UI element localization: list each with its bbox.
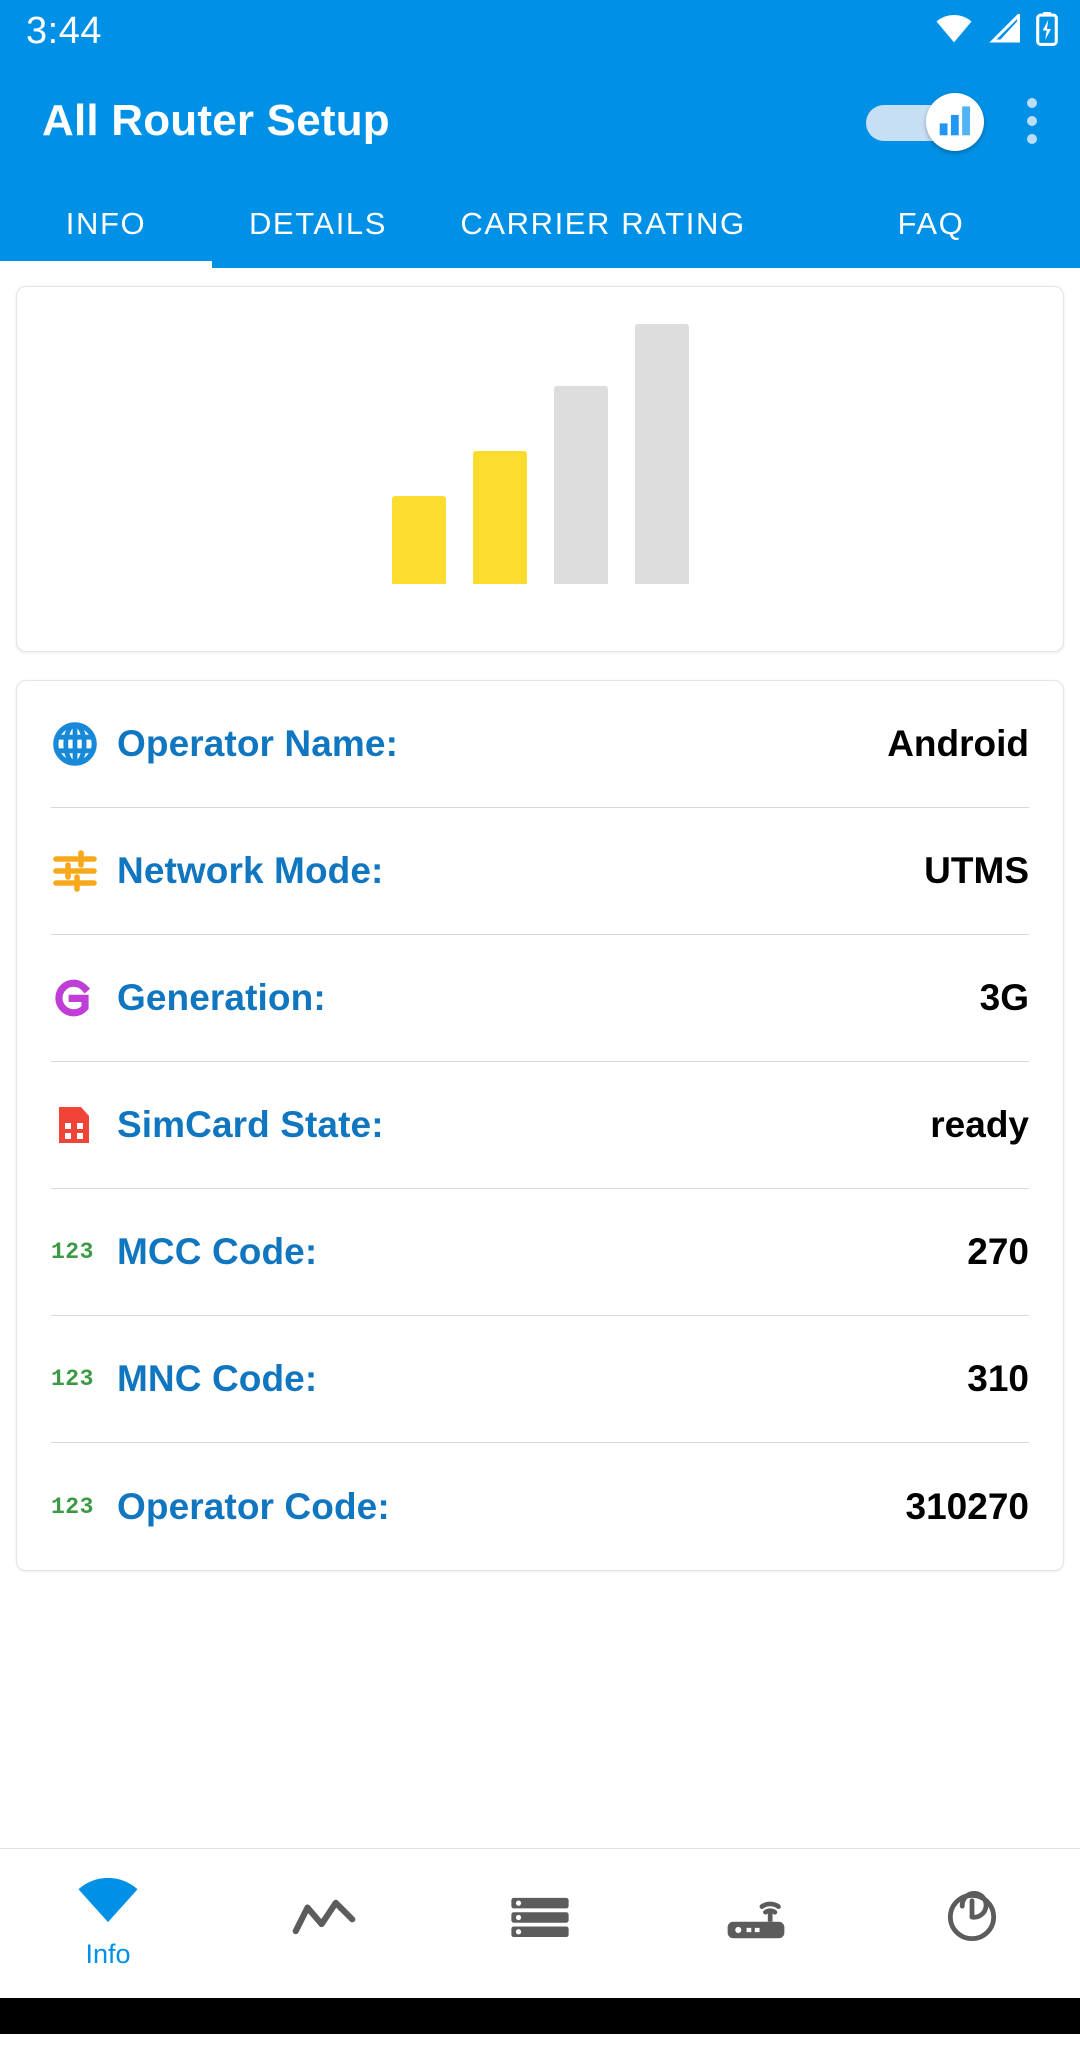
numbers-123-icon: 123 xyxy=(51,1366,117,1392)
tab-info[interactable]: INFO xyxy=(0,180,212,268)
signal-strength-chart-card xyxy=(16,286,1064,652)
info-row-mcc-code[interactable]: 123 MCC Code: 270 xyxy=(51,1189,1029,1316)
numbers-123-glyph: 123 xyxy=(51,1493,94,1520)
generation-g-icon xyxy=(51,978,117,1018)
info-label: SimCard State: xyxy=(117,1104,384,1145)
bar-chart-icon xyxy=(938,104,972,141)
network-info-card: Operator Name: Android Network Mode: UTM xyxy=(16,680,1064,1571)
chart-bar xyxy=(553,386,608,584)
page-title: All Router Setup xyxy=(42,96,390,145)
info-row-network-mode[interactable]: Network Mode: UTMS xyxy=(51,808,1029,935)
chart-bar xyxy=(391,495,446,584)
numbers-123-icon: 123 xyxy=(51,1239,117,1265)
tab-bar: INFO DETAILS CARRIER RATING FAQ xyxy=(0,180,1080,268)
system-navigation-bar xyxy=(0,1998,1080,2034)
info-label: Generation: xyxy=(117,977,326,1018)
cellular-signal-icon xyxy=(988,11,1022,49)
info-value: 310 xyxy=(967,1358,1029,1399)
info-row-operator-code[interactable]: 123 Operator Code: 310270 xyxy=(51,1443,1029,1570)
info-value: Android xyxy=(887,723,1029,764)
tab-faq[interactable]: FAQ xyxy=(782,180,1080,268)
nav-item-label: Info xyxy=(85,1938,131,1969)
nav-item-radar[interactable] xyxy=(864,1849,1080,1999)
tune-sliders-icon xyxy=(51,847,117,895)
globe-icon xyxy=(51,720,117,768)
router-icon xyxy=(722,1891,790,1948)
status-bar-clock: 3:44 xyxy=(26,9,102,52)
app-bar: All Router Setup xyxy=(0,62,1080,180)
line-graph-icon xyxy=(291,1892,357,1947)
tab-label: FAQ xyxy=(897,206,965,241)
info-value: UTMS xyxy=(924,850,1029,891)
info-label: MCC Code: xyxy=(117,1231,318,1272)
info-label: Operator Name: xyxy=(117,723,399,764)
chart-bar xyxy=(634,324,689,584)
info-row-generation[interactable]: Generation: 3G xyxy=(51,935,1029,1062)
status-bar: 3:44 xyxy=(0,0,1080,62)
numbers-123-glyph: 123 xyxy=(51,1239,94,1265)
tab-active-indicator xyxy=(0,261,212,268)
nav-item-info[interactable]: Info xyxy=(0,1849,216,1999)
info-value: 310270 xyxy=(905,1485,1029,1527)
bottom-navigation: Info xyxy=(0,1848,1080,1998)
main-content: Operator Name: Android Network Mode: UTM xyxy=(0,286,1080,2054)
chart-bar xyxy=(472,451,527,584)
info-row-simcard-state[interactable]: SimCard State: ready xyxy=(51,1062,1029,1189)
wifi-icon xyxy=(934,14,974,49)
numbers-123-icon: 123 xyxy=(51,1494,117,1520)
list-rows-icon xyxy=(509,1892,571,1947)
info-label: MNC Code: xyxy=(117,1358,318,1399)
radar-power-icon xyxy=(941,1890,1003,1948)
info-row-mnc-code[interactable]: 123 MNC Code: 310 xyxy=(51,1316,1029,1443)
nav-item-router[interactable] xyxy=(648,1849,864,1999)
battery-charging-icon xyxy=(1036,11,1058,51)
tab-label: DETAILS xyxy=(248,206,388,241)
measurement-toggle[interactable] xyxy=(866,93,984,151)
info-value: 3G xyxy=(979,977,1029,1018)
info-label: Operator Code: xyxy=(117,1485,390,1527)
info-value: 270 xyxy=(967,1231,1029,1272)
numbers-123-glyph: 123 xyxy=(51,1366,94,1392)
tab-label: CARRIER RATING xyxy=(460,206,746,241)
nav-item-list[interactable] xyxy=(432,1849,648,1999)
overflow-menu-icon[interactable] xyxy=(1010,90,1054,152)
tab-label: INFO xyxy=(65,206,147,241)
info-value: ready xyxy=(930,1104,1029,1145)
signal-bars xyxy=(391,324,689,584)
info-row-operator-name[interactable]: Operator Name: Android xyxy=(51,681,1029,808)
info-label: Network Mode: xyxy=(117,850,384,891)
status-bar-icons xyxy=(934,11,1058,51)
nav-item-graph[interactable] xyxy=(216,1849,432,1999)
tab-details[interactable]: DETAILS xyxy=(212,180,424,268)
toggle-thumb xyxy=(926,93,984,151)
sim-card-icon xyxy=(51,1103,117,1147)
wifi-info-icon xyxy=(76,1877,140,1931)
tab-carrier-rating[interactable]: CARRIER RATING xyxy=(424,180,782,268)
